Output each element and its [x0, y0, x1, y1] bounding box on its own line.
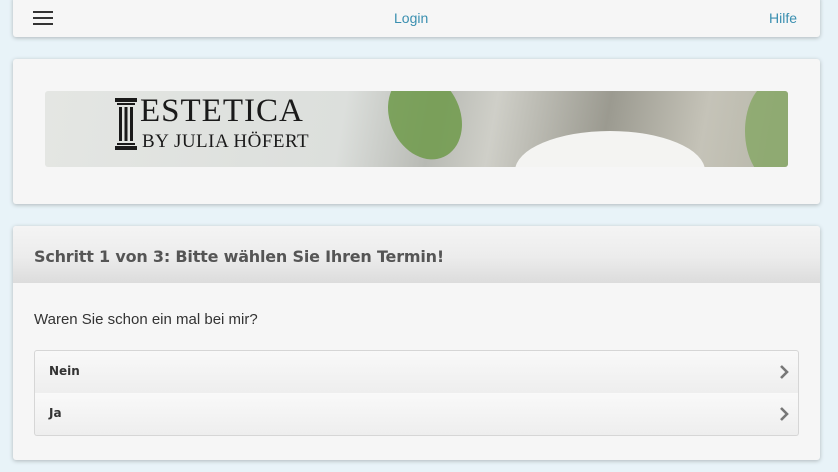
header-banner: ESTETICA BY JULIA HÖFERT	[45, 91, 788, 167]
option-nein-button[interactable]: Nein	[34, 350, 799, 394]
option-ja-button[interactable]: Ja	[34, 393, 799, 436]
logo: ESTETICA BY JULIA HÖFERT	[115, 93, 335, 159]
logo-subtitle: BY JULIA HÖFERT	[142, 131, 310, 152]
option-label: Nein	[49, 364, 80, 378]
banner-towel-decoration	[515, 131, 705, 167]
banner-leaf-decoration	[745, 91, 788, 167]
step-title: Schritt 1 von 3: Bitte wählen Sie Ihren …	[34, 247, 444, 266]
banner-card: ESTETICA BY JULIA HÖFERT	[13, 59, 820, 204]
logo-title: ESTETICA	[140, 93, 304, 129]
pillar-icon	[115, 98, 137, 150]
banner-leaf-decoration	[374, 91, 476, 167]
option-label: Ja	[49, 406, 62, 420]
top-navbar: Login Hilfe	[13, 0, 820, 37]
booking-step-card: Schritt 1 von 3: Bitte wählen Sie Ihren …	[13, 226, 820, 460]
login-link[interactable]: Login	[394, 10, 428, 26]
chevron-right-icon	[780, 407, 789, 421]
hamburger-menu-icon[interactable]	[33, 11, 53, 25]
step-header: Schritt 1 von 3: Bitte wählen Sie Ihren …	[13, 226, 820, 283]
chevron-right-icon	[780, 365, 789, 379]
help-link[interactable]: Hilfe	[769, 10, 797, 26]
question-text: Waren Sie schon ein mal bei mir?	[34, 311, 258, 328]
